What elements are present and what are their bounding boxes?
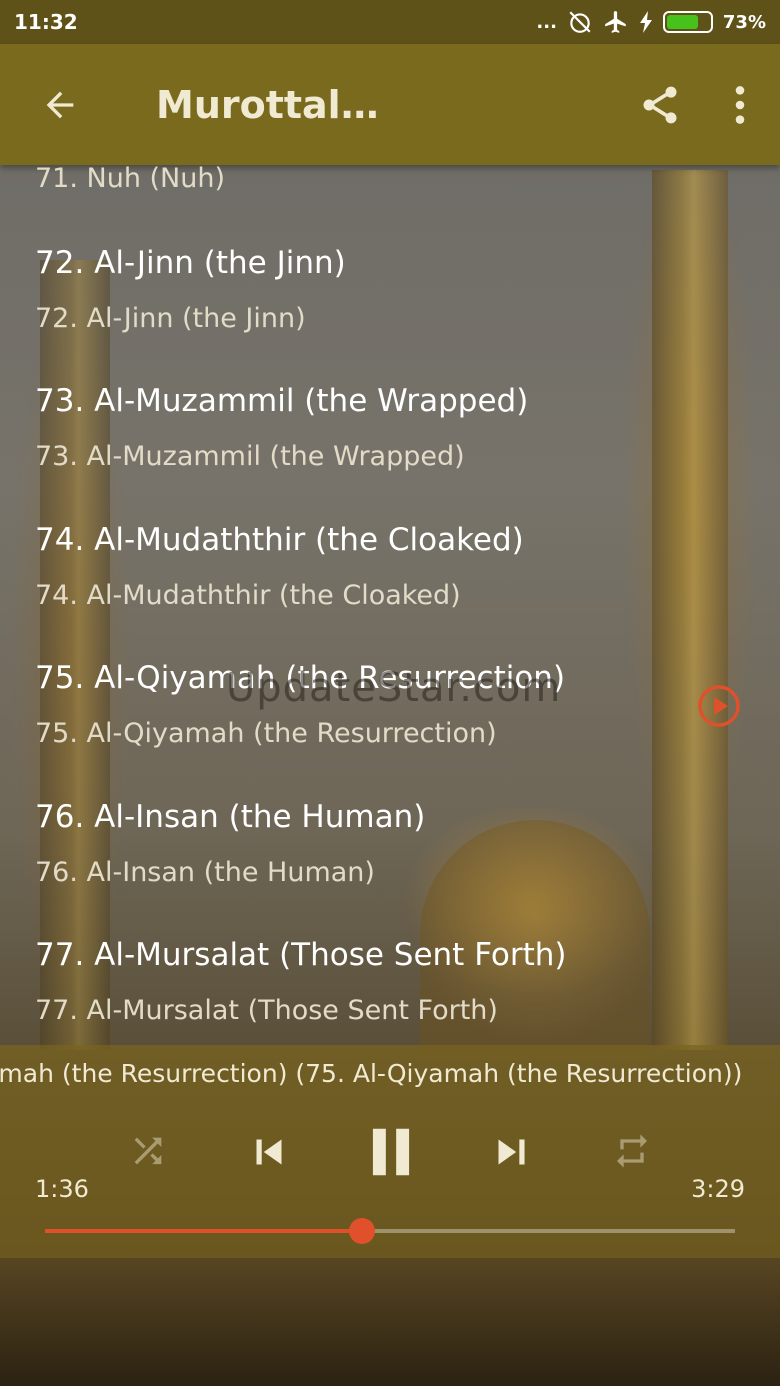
battery-icon (662, 11, 713, 33)
list-item[interactable]: 74. Al-Mudaththir (the Cloaked) 74. Al-M… (35, 522, 735, 611)
share-button[interactable] (620, 44, 700, 165)
list-item-title: 74. Al-Mudaththir (the Cloaked) (35, 522, 524, 558)
list-item-subtitle: 73. Al-Muzammil (the Wrapped) (35, 441, 465, 472)
now-playing-marquee: 75. Al-Qiyamah (the Resurrection) (75. A… (0, 1059, 780, 1095)
seek-thumb[interactable] (349, 1218, 376, 1244)
background-bottom (0, 1258, 780, 1386)
battery-percent: 73% (722, 11, 766, 33)
more-vert-icon (735, 85, 745, 124)
status-time: 11:32 (14, 10, 78, 34)
list-item[interactable]: 77. Al-Mursalat (Those Sent Forth) 77. A… (35, 937, 735, 1026)
alarm-off-icon (569, 11, 591, 33)
now-playing-icon[interactable] (697, 684, 741, 728)
list-item[interactable]: 72. Al-Jinn (the Jinn) 72. Al-Jinn (the … (35, 245, 735, 334)
airplane-icon (605, 11, 626, 33)
total-time: 3:29 (691, 1175, 745, 1203)
now-playing-text: 75. Al-Qiyamah (the Resurrection) (75. A… (0, 1059, 743, 1088)
list-item[interactable]: 73. Al-Muzammil (the Wrapped) 73. Al-Muz… (35, 383, 735, 472)
list-item[interactable]: 76. Al-Insan (the Human) 76. Al-Insan (t… (35, 799, 735, 888)
player-panel: 75. Al-Qiyamah (the Resurrection) (75. A… (0, 1045, 780, 1258)
more-dots: ... (536, 11, 557, 33)
share-icon (643, 86, 677, 123)
charging-icon (639, 11, 652, 33)
list-item-subtitle: 77. Al-Mursalat (Those Sent Forth) (35, 995, 498, 1026)
previous-button[interactable] (244, 1127, 294, 1177)
repeat-icon[interactable] (612, 1131, 652, 1171)
overflow-menu-button[interactable] (700, 44, 780, 165)
current-time: 1:36 (35, 1175, 89, 1203)
list-item-subtitle: 76. Al-Insan (the Human) (35, 857, 375, 888)
seek-bar[interactable] (45, 1218, 735, 1244)
list-item-subtitle: 74. Al-Mudaththir (the Cloaked) (35, 580, 461, 611)
watermark: UpdateStar.com (226, 665, 562, 711)
list-item-title: 76. Al-Insan (the Human) (35, 799, 426, 835)
status-icons: ... 73% (536, 9, 766, 35)
seek-progress (45, 1229, 363, 1233)
list-item-title: 73. Al-Muzammil (the Wrapped) (35, 383, 529, 419)
pause-button[interactable] (360, 1119, 422, 1185)
app-toolbar: Murottal Qur'an 30 Juz (0, 44, 780, 165)
arrow-left-icon (46, 91, 74, 118)
status-bar: 11:32 ... 73% (0, 0, 780, 44)
list-item-subtitle: 72. Al-Jinn (the Jinn) (35, 303, 306, 334)
list-item-title: 77. Al-Mursalat (Those Sent Forth) (35, 937, 567, 973)
shuffle-icon[interactable] (128, 1131, 168, 1171)
back-button[interactable] (0, 44, 120, 165)
page-title: Murottal Qur'an 30 Juz (156, 82, 388, 127)
list-item-subtitle: 75. Al-Qiyamah (the Resurrection) (35, 718, 497, 749)
surah-list: 71. Nuh (Nuh) 72. Al-Jinn (the Jinn) 72.… (0, 165, 780, 1045)
next-button[interactable] (486, 1127, 536, 1177)
list-item-title: 72. Al-Jinn (the Jinn) (35, 245, 346, 281)
list-item-partial[interactable]: 71. Nuh (Nuh) (35, 165, 225, 194)
